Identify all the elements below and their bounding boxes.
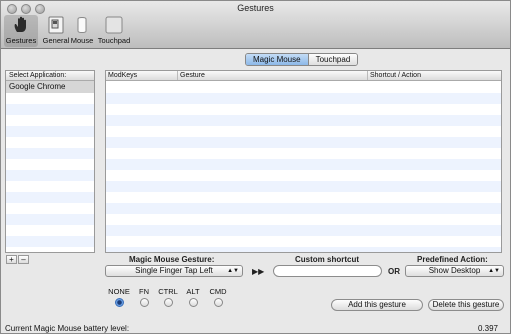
updown-arrow-icon: ▲▼ (227, 268, 239, 274)
titlebar: Gestures Gestures General Mouse Touchpad (1, 1, 510, 49)
modifier-label: FN (139, 287, 149, 296)
toolbar-item-touchpad[interactable]: Touchpad (97, 15, 131, 47)
application-list-header: Select Application: (6, 71, 94, 81)
gesture-popup-value: Single Finger Tap Left (135, 266, 213, 275)
tab-magic-mouse[interactable]: Magic Mouse (246, 54, 308, 65)
modifier-label: CMD (209, 287, 227, 296)
list-item[interactable]: Google Chrome (6, 81, 94, 93)
toolbar-label: Touchpad (97, 36, 131, 45)
modifier-label: ALT (186, 287, 200, 296)
battery-value: 0.397 (477, 324, 498, 333)
mouse-icon (77, 17, 87, 33)
gesture-popup[interactable]: Single Finger Tap Left ▲▼ (105, 265, 243, 277)
modifier-fn[interactable]: FN (132, 287, 156, 307)
arrow-icon: ▶▶ (252, 267, 265, 276)
column-header-modkeys[interactable]: ModKeys (106, 71, 178, 80)
predefined-action-value: Show Desktop (428, 266, 481, 275)
gesture-table[interactable]: ModKeys Gesture Shortcut / Action (105, 70, 502, 253)
modifier-label: CTRL (158, 287, 178, 296)
remove-application-button[interactable]: – (18, 255, 29, 264)
modifier-alt[interactable]: ALT (181, 287, 205, 307)
application-list[interactable]: Select Application: Google Chrome (5, 70, 95, 253)
modifier-cmd[interactable]: CMD (206, 287, 230, 307)
modifier-ctrl-radio[interactable] (163, 298, 173, 307)
custom-shortcut-field[interactable] (273, 265, 382, 277)
modifier-cmd-radio[interactable] (213, 298, 223, 307)
predefined-action-label: Predefined Action: (417, 255, 488, 264)
gesture-label: Magic Mouse Gesture: (129, 255, 215, 264)
tab-touchpad[interactable]: Touchpad (307, 54, 358, 65)
shortcut-label: Custom shortcut (295, 255, 359, 264)
modifier-fn-radio[interactable] (139, 298, 149, 307)
list-empty-rows (6, 93, 94, 252)
window: Gestures Gestures General Mouse Touchpad… (0, 0, 511, 334)
updown-arrow-icon: ▲▼ (488, 268, 500, 274)
table-header: ModKeys Gesture Shortcut / Action (106, 71, 501, 81)
battery-label: Current Magic Mouse battery level: (5, 324, 130, 333)
column-header-gesture[interactable]: Gesture (178, 71, 368, 80)
column-header-shortcut[interactable]: Shortcut / Action (368, 71, 501, 80)
toolbar-item-gestures[interactable]: Gestures (4, 15, 38, 47)
modifier-alt-radio[interactable] (188, 298, 198, 307)
predefined-action-popup[interactable]: Show Desktop ▲▼ (405, 265, 504, 277)
or-label: OR (388, 267, 400, 276)
modifier-none-radio[interactable] (114, 298, 124, 307)
window-title: Gestures (237, 3, 274, 13)
add-gesture-button[interactable]: Add this gesture (331, 299, 423, 311)
add-application-button[interactable]: + (6, 255, 17, 264)
device-tab-control: Magic Mouse Touchpad (245, 53, 359, 66)
modifier-label: NONE (108, 287, 130, 296)
touchpad-icon (105, 16, 123, 34)
modifier-ctrl[interactable]: CTRL (156, 287, 180, 307)
hand-icon (14, 16, 26, 32)
delete-gesture-button[interactable]: Delete this gesture (428, 299, 504, 311)
switch-icon (48, 16, 64, 34)
modifier-none[interactable]: NONE (107, 287, 131, 307)
table-body (106, 82, 501, 252)
